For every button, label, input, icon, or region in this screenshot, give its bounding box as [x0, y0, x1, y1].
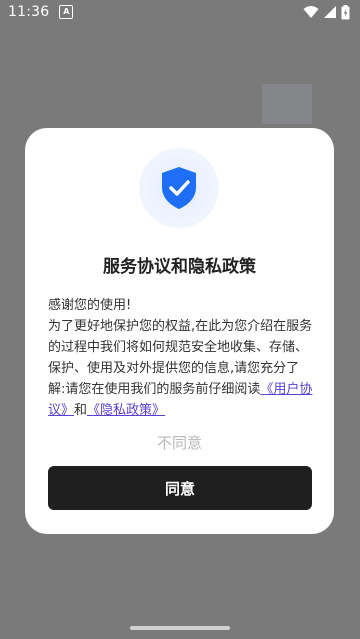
notification-badge-icon: A: [59, 5, 74, 19]
navigation-handle[interactable]: [130, 626, 230, 630]
dialog-body: 感谢您的使用! 为了更好地保护您的权益,在此为您介绍在服务的过程中我们将如何规范安…: [48, 295, 314, 421]
privacy-policy-link[interactable]: 《隐私政策》: [87, 403, 165, 418]
wifi-icon: [303, 6, 319, 18]
status-left: 11:36 A: [8, 4, 74, 20]
privacy-agreement-dialog: 服务协议和隐私政策 感谢您的使用! 为了更好地保护您的权益,在此为您介绍在服务的过…: [25, 128, 334, 534]
status-time: 11:36: [8, 4, 50, 20]
conjunction-text: 和: [74, 403, 88, 418]
dialog-title: 服务协议和隐私政策: [103, 257, 256, 277]
shield-badge: [139, 148, 219, 228]
disagree-button[interactable]: 不同意: [25, 432, 334, 453]
battery-icon: [341, 4, 350, 19]
status-right: [303, 4, 350, 20]
agree-button[interactable]: 同意: [48, 466, 312, 510]
shield-check-icon: [162, 167, 196, 209]
background-obscured-element: [262, 84, 312, 124]
greeting-text: 感谢您的使用!: [48, 298, 132, 313]
signal-icon: [324, 6, 336, 18]
status-bar: 11:36 A: [0, 0, 360, 24]
